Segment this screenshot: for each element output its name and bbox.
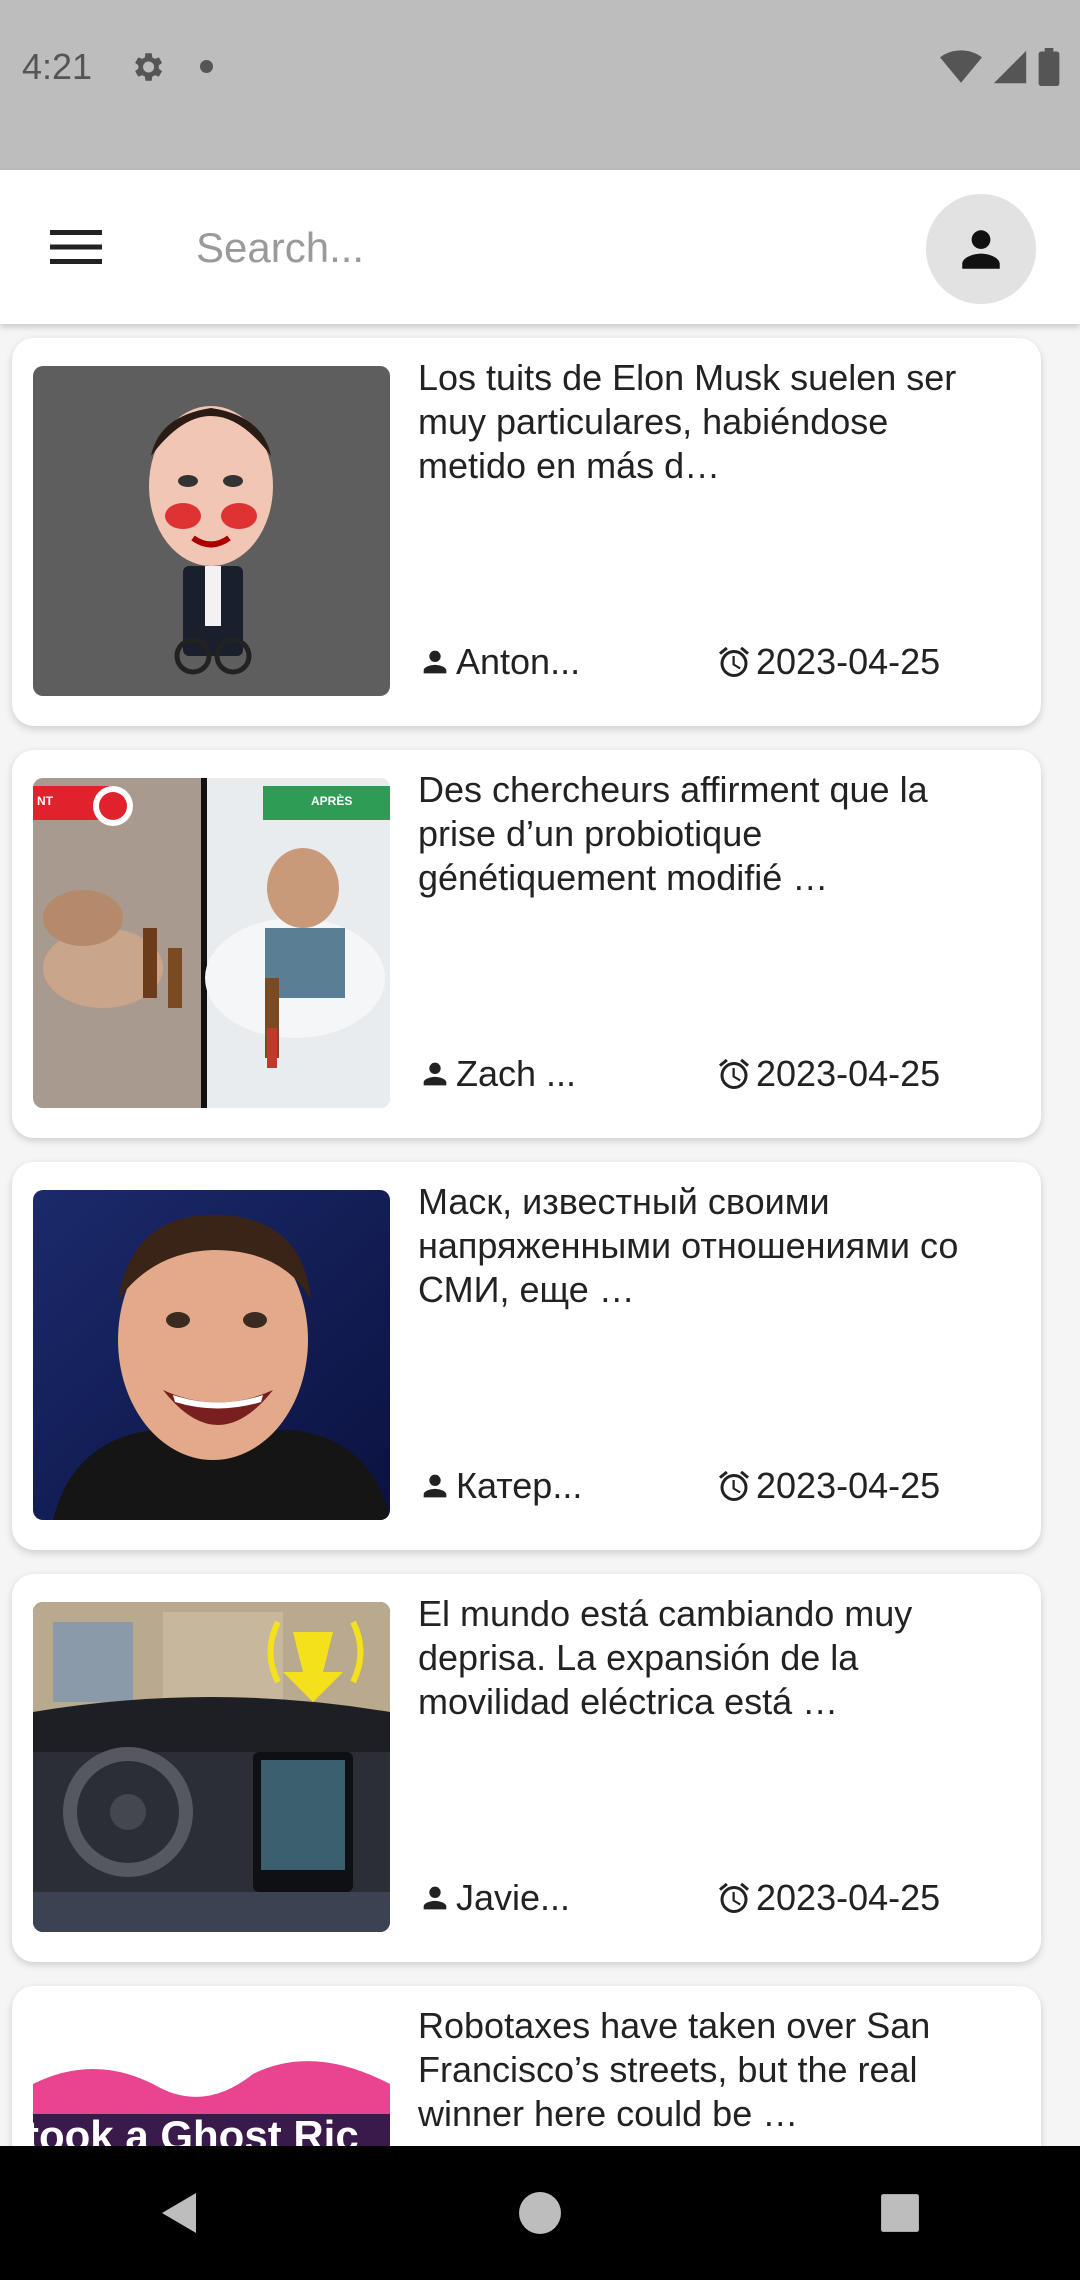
article-card[interactable]: Маск, известный своими напряженными отно… [12, 1162, 1041, 1550]
back-triangle-icon [162, 2193, 196, 2233]
system-navigation-bar [0, 2146, 1080, 2280]
status-bar: 4:21 [0, 0, 1080, 170]
article-headline: Los tuits de Elon Musk suelen ser muy pa… [418, 357, 957, 486]
cell-signal-icon [992, 49, 1028, 90]
thumbnail-label-left: NT [37, 794, 53, 808]
status-time: 4:21 [22, 46, 93, 87]
hamburger-menu-icon [50, 230, 102, 264]
home-button[interactable] [480, 2163, 600, 2263]
article-thumbnail [33, 1602, 390, 1932]
article-headline: Robotaxes have taken over San Francisco’… [418, 2005, 931, 2134]
person-icon [423, 1062, 447, 1086]
person-icon [423, 650, 447, 674]
back-button[interactable] [120, 2163, 240, 2263]
article-thumbnail [33, 1190, 390, 1520]
article-headline: Маск, известный своими напряженными отно… [418, 1181, 959, 1310]
wifi-icon [940, 49, 982, 90]
search-input[interactable] [196, 210, 896, 286]
article-date: 2023-04-25 [716, 1052, 940, 1096]
settings-gear-icon [128, 48, 166, 91]
alarm-clock-icon [719, 1058, 749, 1089]
article-date: 2023-04-25 [716, 1876, 940, 1920]
recents-square-icon [881, 2194, 919, 2232]
person-icon [423, 1886, 447, 1910]
thumbnail-text: took a Ghost Ric [33, 2112, 359, 2146]
article-date: 2023-04-25 [716, 640, 940, 684]
date-text: 2023-04-25 [756, 1053, 941, 1094]
article-author: Катер... [418, 1464, 582, 1508]
author-name: Anton... [456, 641, 581, 682]
author-name: Катер... [456, 1465, 583, 1506]
article-author: Anton... [418, 640, 580, 684]
notification-dot-icon [200, 60, 213, 73]
article-card[interactable]: NT APRÈS Des chercheurs affirment que la… [12, 750, 1041, 1138]
menu-button[interactable] [34, 212, 118, 282]
article-author: Zach ... [418, 1052, 576, 1096]
home-circle-icon [519, 2192, 561, 2234]
article-headline: El mundo está cambiando muy deprisa. La … [418, 1593, 913, 1722]
article-card[interactable]: El mundo está cambiando muy deprisa. La … [12, 1574, 1041, 1962]
alarm-clock-icon [719, 1470, 749, 1501]
article-feed[interactable]: Los tuits de Elon Musk suelen ser muy pa… [0, 324, 1080, 2146]
date-text: 2023-04-25 [756, 1465, 941, 1506]
date-text: 2023-04-25 [756, 641, 941, 682]
article-thumbnail: took a Ghost Ric [33, 2014, 390, 2146]
article-card[interactable]: took a Ghost Ric Robotaxes have taken ov… [12, 1986, 1041, 2146]
recents-button[interactable] [840, 2163, 960, 2263]
battery-icon [1038, 48, 1060, 91]
profile-avatar-button[interactable] [926, 194, 1036, 304]
article-author: Javie... [418, 1876, 570, 1920]
alarm-clock-icon [719, 646, 749, 677]
alarm-clock-icon [719, 1882, 749, 1913]
person-icon [962, 230, 1000, 269]
app-bar [0, 170, 1080, 324]
person-icon [423, 1474, 447, 1498]
article-thumbnail [33, 366, 390, 696]
date-text: 2023-04-25 [756, 1877, 941, 1918]
article-thumbnail: NT APRÈS [33, 778, 390, 1108]
thumbnail-label-right: APRÈS [311, 794, 353, 808]
article-headline: Des chercheurs affirment que la prise d’… [418, 769, 928, 898]
article-date: 2023-04-25 [716, 1464, 940, 1508]
author-name: Zach ... [456, 1053, 577, 1094]
author-name: Javie... [456, 1877, 571, 1918]
article-card[interactable]: Los tuits de Elon Musk suelen ser muy pa… [12, 338, 1041, 726]
